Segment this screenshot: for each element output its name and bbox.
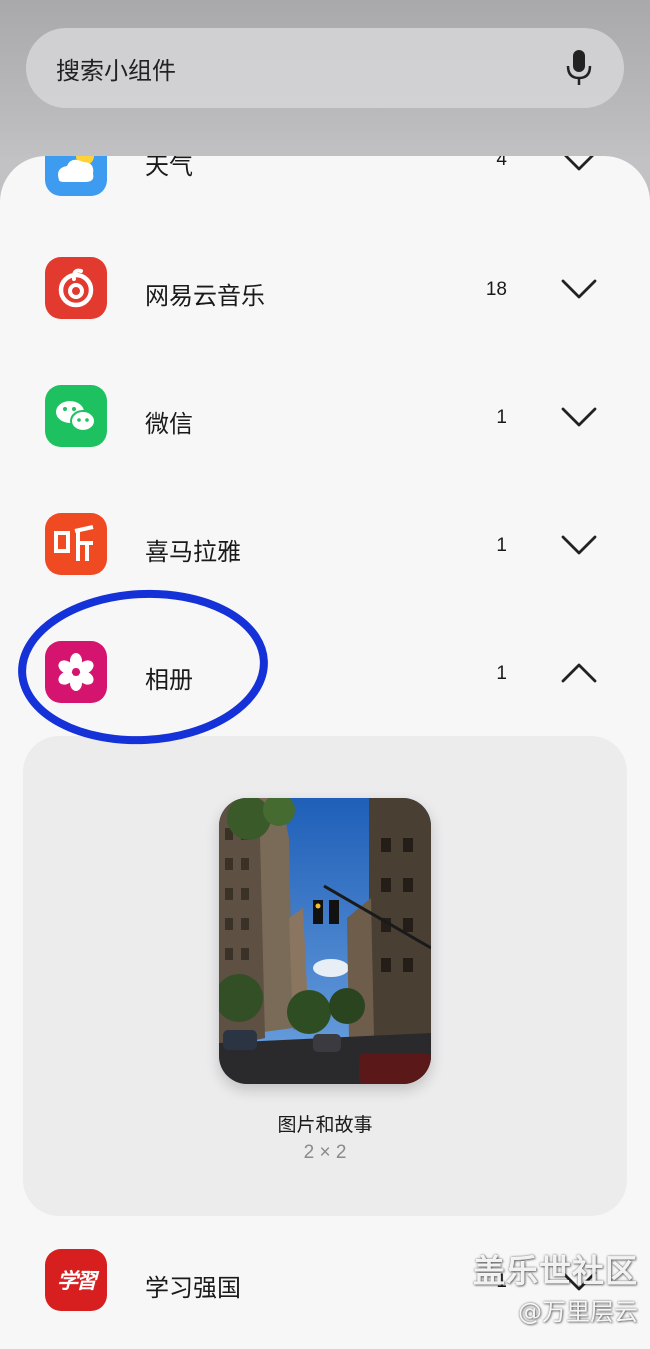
chevron-down-icon[interactable] [561, 406, 597, 428]
app-name: 喜马拉雅 [145, 538, 241, 566]
wechat-icon [45, 385, 107, 447]
widget-list-sheet: 天气 4 网易云音乐 18 微信 1 喜马拉雅 1 相册 1 图片和故事 2 ×… [0, 156, 650, 1349]
list-item-wechat[interactable]: 微信 1 [0, 366, 650, 466]
street-photo [219, 798, 431, 1084]
watermark-author: @万里层云 [518, 1298, 638, 1326]
widget-size: 2 × 2 [303, 1142, 347, 1163]
widget-count: 1 [496, 407, 507, 428]
highlight-ring [18, 589, 268, 745]
widget-name: 图片和故事 [277, 1114, 373, 1136]
chevron-down-icon[interactable] [561, 278, 597, 300]
xuexi-icon: 学習 [45, 1249, 107, 1311]
widget-count: 4 [496, 156, 507, 170]
search-bar[interactable]: 搜索小组件 [26, 28, 624, 108]
widget-count: 1 [496, 663, 507, 684]
app-name: 微信 [145, 410, 193, 438]
weather-icon [45, 156, 107, 196]
ximalaya-icon [45, 513, 107, 575]
chevron-up-icon[interactable] [561, 662, 597, 684]
photo-story-widget[interactable] [219, 798, 431, 1084]
widget-count: 18 [485, 279, 507, 300]
mic-icon[interactable] [564, 48, 594, 88]
netease-music-icon [45, 257, 107, 319]
list-item-weather[interactable]: 天气 4 [0, 156, 650, 230]
list-item-netease-music[interactable]: 网易云音乐 18 [0, 238, 650, 338]
list-item-ximalaya[interactable]: 喜马拉雅 1 [0, 494, 650, 594]
app-name: 天气 [145, 156, 193, 180]
chevron-down-icon[interactable] [561, 156, 597, 172]
widget-preview-panel: 图片和故事 2 × 2 [23, 736, 627, 1216]
watermark-community: 盖乐世社区 [472, 1252, 638, 1290]
app-name: 网易云音乐 [145, 282, 265, 310]
xuexi-logo-text: 学習 [57, 1268, 97, 1293]
chevron-down-icon[interactable] [561, 534, 597, 556]
widget-count: 1 [496, 535, 507, 556]
app-name: 学习强国 [145, 1274, 241, 1302]
search-input[interactable]: 搜索小组件 [56, 51, 564, 86]
